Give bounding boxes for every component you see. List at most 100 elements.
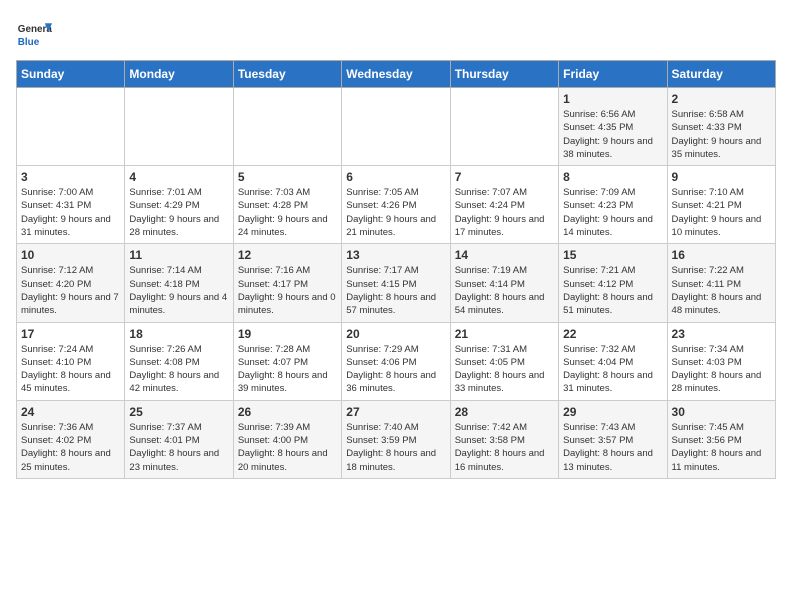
week-row-2: 3 Sunrise: 7:00 AM Sunset: 4:31 PM Daylig… <box>17 166 776 244</box>
day-number: 22 <box>563 327 662 341</box>
day-info: Sunrise: 7:14 AM Sunset: 4:18 PM Dayligh… <box>129 264 228 317</box>
day-info: Sunrise: 7:28 AM Sunset: 4:07 PM Dayligh… <box>238 343 337 396</box>
week-row-4: 17 Sunrise: 7:24 AM Sunset: 4:10 PM Dayli… <box>17 322 776 400</box>
calendar-cell <box>450 88 558 166</box>
day-info: Sunrise: 7:26 AM Sunset: 4:08 PM Dayligh… <box>129 343 228 396</box>
day-number: 28 <box>455 405 554 419</box>
calendar-table: SundayMondayTuesdayWednesdayThursdayFrid… <box>16 60 776 479</box>
calendar-cell: 24Sunrise: 7:36 AM Sunset: 4:02 PM Dayli… <box>17 400 125 478</box>
calendar-cell: 3 Sunrise: 7:00 AM Sunset: 4:31 PM Daylig… <box>17 166 125 244</box>
day-info: Sunrise: 7:31 AM Sunset: 4:05 PM Dayligh… <box>455 343 554 396</box>
day-number: 8 <box>563 170 662 184</box>
day-number: 1 <box>563 92 662 106</box>
day-number: 30 <box>672 405 771 419</box>
day-number: 4 <box>129 170 228 184</box>
day-header-thursday: Thursday <box>450 61 558 88</box>
day-header-saturday: Saturday <box>667 61 775 88</box>
day-number: 26 <box>238 405 337 419</box>
calendar-cell: 19Sunrise: 7:28 AM Sunset: 4:07 PM Dayli… <box>233 322 341 400</box>
day-info: Sunrise: 7:29 AM Sunset: 4:06 PM Dayligh… <box>346 343 445 396</box>
day-number: 25 <box>129 405 228 419</box>
day-number: 7 <box>455 170 554 184</box>
day-number: 14 <box>455 248 554 262</box>
day-header-tuesday: Tuesday <box>233 61 341 88</box>
calendar-cell: 18Sunrise: 7:26 AM Sunset: 4:08 PM Dayli… <box>125 322 233 400</box>
day-info: Sunrise: 7:07 AM Sunset: 4:24 PM Dayligh… <box>455 186 554 239</box>
calendar-cell: 2 Sunrise: 6:58 AM Sunset: 4:33 PM Daylig… <box>667 88 775 166</box>
day-header-wednesday: Wednesday <box>342 61 450 88</box>
calendar-cell: 28 Sunrise: 7:42 AM Sunset: 3:58 PM Dayli… <box>450 400 558 478</box>
day-info: Sunrise: 7:36 AM Sunset: 4:02 PM Dayligh… <box>21 421 120 474</box>
day-info: Sunrise: 7:09 AM Sunset: 4:23 PM Dayligh… <box>563 186 662 239</box>
day-info: Sunrise: 7:17 AM Sunset: 4:15 PM Dayligh… <box>346 264 445 317</box>
day-number: 11 <box>129 248 228 262</box>
calendar-cell: 7 Sunrise: 7:07 AM Sunset: 4:24 PM Daylig… <box>450 166 558 244</box>
svg-text:Blue: Blue <box>18 37 40 48</box>
day-info: Sunrise: 7:00 AM Sunset: 4:31 PM Dayligh… <box>21 186 120 239</box>
header-row: SundayMondayTuesdayWednesdayThursdayFrid… <box>17 61 776 88</box>
calendar-cell <box>17 88 125 166</box>
calendar-cell <box>125 88 233 166</box>
day-number: 27 <box>346 405 445 419</box>
day-number: 20 <box>346 327 445 341</box>
day-info: Sunrise: 7:43 AM Sunset: 3:57 PM Dayligh… <box>563 421 662 474</box>
day-info: Sunrise: 6:56 AM Sunset: 4:35 PM Dayligh… <box>563 108 662 161</box>
week-row-3: 10 Sunrise: 7:12 AM Sunset: 4:20 PM Dayli… <box>17 244 776 322</box>
day-info: Sunrise: 7:22 AM Sunset: 4:11 PM Dayligh… <box>672 264 771 317</box>
day-info: Sunrise: 7:34 AM Sunset: 4:03 PM Dayligh… <box>672 343 771 396</box>
day-number: 21 <box>455 327 554 341</box>
day-info: Sunrise: 7:40 AM Sunset: 3:59 PM Dayligh… <box>346 421 445 474</box>
day-info: Sunrise: 7:12 AM Sunset: 4:20 PM Dayligh… <box>21 264 120 317</box>
day-info: Sunrise: 6:58 AM Sunset: 4:33 PM Dayligh… <box>672 108 771 161</box>
calendar-cell: 21 Sunrise: 7:31 AM Sunset: 4:05 PM Dayli… <box>450 322 558 400</box>
day-number: 13 <box>346 248 445 262</box>
calendar-cell: 25Sunrise: 7:37 AM Sunset: 4:01 PM Dayli… <box>125 400 233 478</box>
week-row-5: 24Sunrise: 7:36 AM Sunset: 4:02 PM Dayli… <box>17 400 776 478</box>
calendar-cell: 9 Sunrise: 7:10 AM Sunset: 4:21 PM Daylig… <box>667 166 775 244</box>
day-info: Sunrise: 7:39 AM Sunset: 4:00 PM Dayligh… <box>238 421 337 474</box>
day-number: 17 <box>21 327 120 341</box>
calendar-cell: 15 Sunrise: 7:21 AM Sunset: 4:12 PM Dayli… <box>559 244 667 322</box>
calendar-cell: 5 Sunrise: 7:03 AM Sunset: 4:28 PM Daylig… <box>233 166 341 244</box>
day-info: Sunrise: 7:05 AM Sunset: 4:26 PM Dayligh… <box>346 186 445 239</box>
day-number: 15 <box>563 248 662 262</box>
day-number: 16 <box>672 248 771 262</box>
calendar-cell: 14Sunrise: 7:19 AM Sunset: 4:14 PM Dayli… <box>450 244 558 322</box>
day-info: Sunrise: 7:03 AM Sunset: 4:28 PM Dayligh… <box>238 186 337 239</box>
day-number: 5 <box>238 170 337 184</box>
calendar-cell: 27 Sunrise: 7:40 AM Sunset: 3:59 PM Dayli… <box>342 400 450 478</box>
day-number: 29 <box>563 405 662 419</box>
day-number: 9 <box>672 170 771 184</box>
day-number: 2 <box>672 92 771 106</box>
calendar-cell: 30Sunrise: 7:45 AM Sunset: 3:56 PM Dayli… <box>667 400 775 478</box>
logo: General Blue <box>16 16 52 52</box>
day-info: Sunrise: 7:42 AM Sunset: 3:58 PM Dayligh… <box>455 421 554 474</box>
week-row-1: 1 Sunrise: 6:56 AM Sunset: 4:35 PM Daylig… <box>17 88 776 166</box>
calendar-cell: 13 Sunrise: 7:17 AM Sunset: 4:15 PM Dayli… <box>342 244 450 322</box>
header: General Blue <box>16 16 776 52</box>
day-number: 10 <box>21 248 120 262</box>
calendar-cell: 29 Sunrise: 7:43 AM Sunset: 3:57 PM Dayli… <box>559 400 667 478</box>
day-info: Sunrise: 7:32 AM Sunset: 4:04 PM Dayligh… <box>563 343 662 396</box>
calendar-cell: 4 Sunrise: 7:01 AM Sunset: 4:29 PM Daylig… <box>125 166 233 244</box>
calendar-cell <box>233 88 341 166</box>
calendar-cell: 10 Sunrise: 7:12 AM Sunset: 4:20 PM Dayli… <box>17 244 125 322</box>
day-info: Sunrise: 7:24 AM Sunset: 4:10 PM Dayligh… <box>21 343 120 396</box>
calendar-cell <box>342 88 450 166</box>
day-info: Sunrise: 7:01 AM Sunset: 4:29 PM Dayligh… <box>129 186 228 239</box>
calendar-cell: 20 Sunrise: 7:29 AM Sunset: 4:06 PM Dayli… <box>342 322 450 400</box>
calendar-cell: 17 Sunrise: 7:24 AM Sunset: 4:10 PM Dayli… <box>17 322 125 400</box>
day-number: 3 <box>21 170 120 184</box>
day-info: Sunrise: 7:10 AM Sunset: 4:21 PM Dayligh… <box>672 186 771 239</box>
logo-icon: General Blue <box>16 16 52 52</box>
calendar-cell: 12Sunrise: 7:16 AM Sunset: 4:17 PM Dayli… <box>233 244 341 322</box>
day-header-friday: Friday <box>559 61 667 88</box>
calendar-cell: 22 Sunrise: 7:32 AM Sunset: 4:04 PM Dayli… <box>559 322 667 400</box>
day-header-monday: Monday <box>125 61 233 88</box>
day-info: Sunrise: 7:21 AM Sunset: 4:12 PM Dayligh… <box>563 264 662 317</box>
calendar-cell: 26 Sunrise: 7:39 AM Sunset: 4:00 PM Dayli… <box>233 400 341 478</box>
calendar-cell: 23 Sunrise: 7:34 AM Sunset: 4:03 PM Dayli… <box>667 322 775 400</box>
day-number: 12 <box>238 248 337 262</box>
calendar-cell: 6Sunrise: 7:05 AM Sunset: 4:26 PM Daylig… <box>342 166 450 244</box>
day-number: 23 <box>672 327 771 341</box>
